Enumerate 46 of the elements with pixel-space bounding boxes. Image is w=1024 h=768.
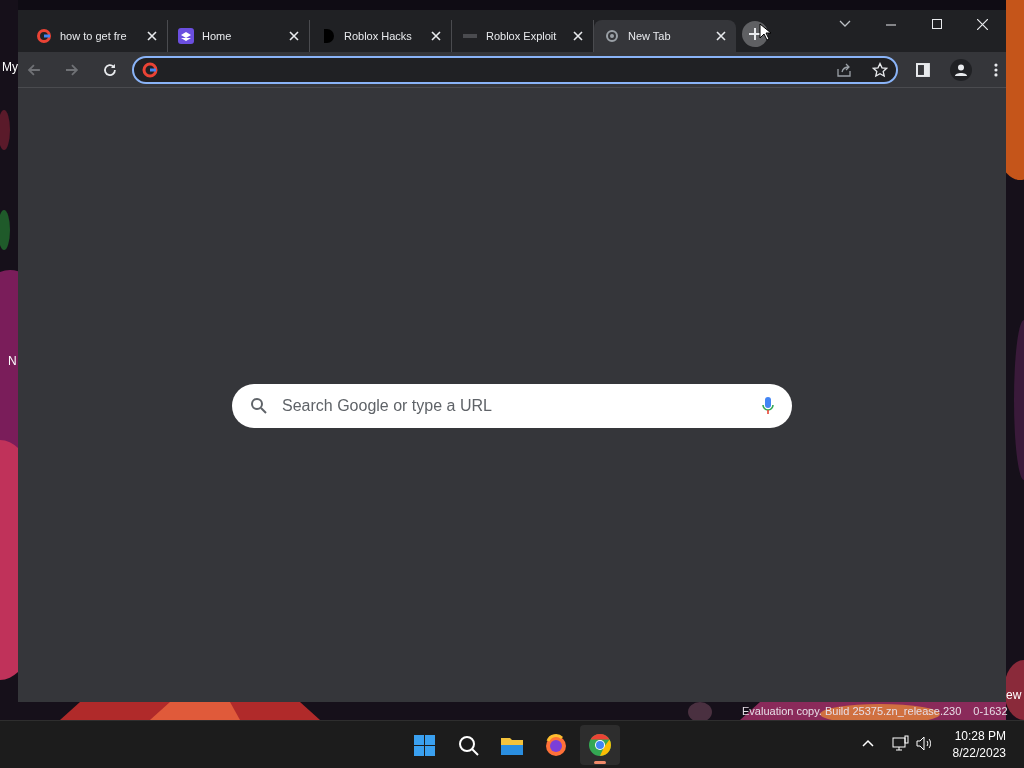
maximize-icon[interactable]: [932, 19, 942, 29]
windows-icon: [412, 732, 436, 757]
mouse-cursor-icon: [759, 23, 771, 41]
microphone-icon[interactable]: [762, 397, 774, 415]
close-tab-icon[interactable]: [431, 31, 441, 41]
close-icon[interactable]: [977, 19, 988, 30]
tab-title: Roblox Exploit: [486, 28, 558, 44]
clock-time[interactable]: 10:28 PM: [954, 728, 1006, 745]
reload-icon[interactable]: [101, 61, 118, 78]
network-icon[interactable]: [892, 735, 910, 752]
active-indicator: [594, 760, 606, 764]
chevron-up-icon[interactable]: [862, 739, 874, 747]
close-tab-icon[interactable]: [147, 31, 157, 41]
search-box[interactable]: Search Google or type a URL: [232, 384, 792, 428]
volume-icon[interactable]: [916, 736, 932, 751]
browser-tab[interactable]: Roblox Hacks: [310, 20, 452, 52]
forward-icon[interactable]: [63, 61, 80, 78]
close-tab-icon[interactable]: [716, 31, 726, 41]
google-icon: [141, 61, 158, 78]
tab-title: how to get fre: [60, 28, 128, 44]
search-icon: [250, 397, 268, 415]
star-icon[interactable]: [872, 61, 889, 78]
tab-title: Roblox Hacks: [344, 28, 413, 44]
close-tab-icon[interactable]: [289, 31, 299, 41]
clock-date[interactable]: 8/22/2023: [952, 745, 1006, 762]
favicon-icon: [36, 28, 52, 44]
firefox-icon: [544, 732, 568, 757]
address-bar[interactable]: [131, 55, 899, 84]
chrome-icon: [588, 732, 612, 757]
favicon-icon: [178, 28, 194, 44]
share-icon[interactable]: [836, 61, 853, 78]
menu-icon[interactable]: [994, 62, 998, 77]
taskbar-app-button[interactable]: [580, 724, 620, 765]
browser-tab[interactable]: New Tab: [594, 20, 736, 52]
favicon-icon: [604, 28, 620, 44]
side-panel-icon[interactable]: [916, 62, 931, 77]
search-input[interactable]: Search Google or type a URL: [282, 394, 748, 418]
person-icon: [955, 63, 968, 76]
plus-icon: [748, 27, 762, 41]
tab-title: New Tab: [628, 28, 672, 44]
tab-search-icon[interactable]: [839, 20, 851, 28]
browser-tab[interactable]: Home: [168, 20, 310, 52]
tab-title: Home: [202, 28, 233, 44]
browser-tab[interactable]: how to get fre: [26, 20, 168, 52]
close-tab-icon[interactable]: [573, 31, 583, 41]
profile-avatar[interactable]: [950, 58, 973, 81]
